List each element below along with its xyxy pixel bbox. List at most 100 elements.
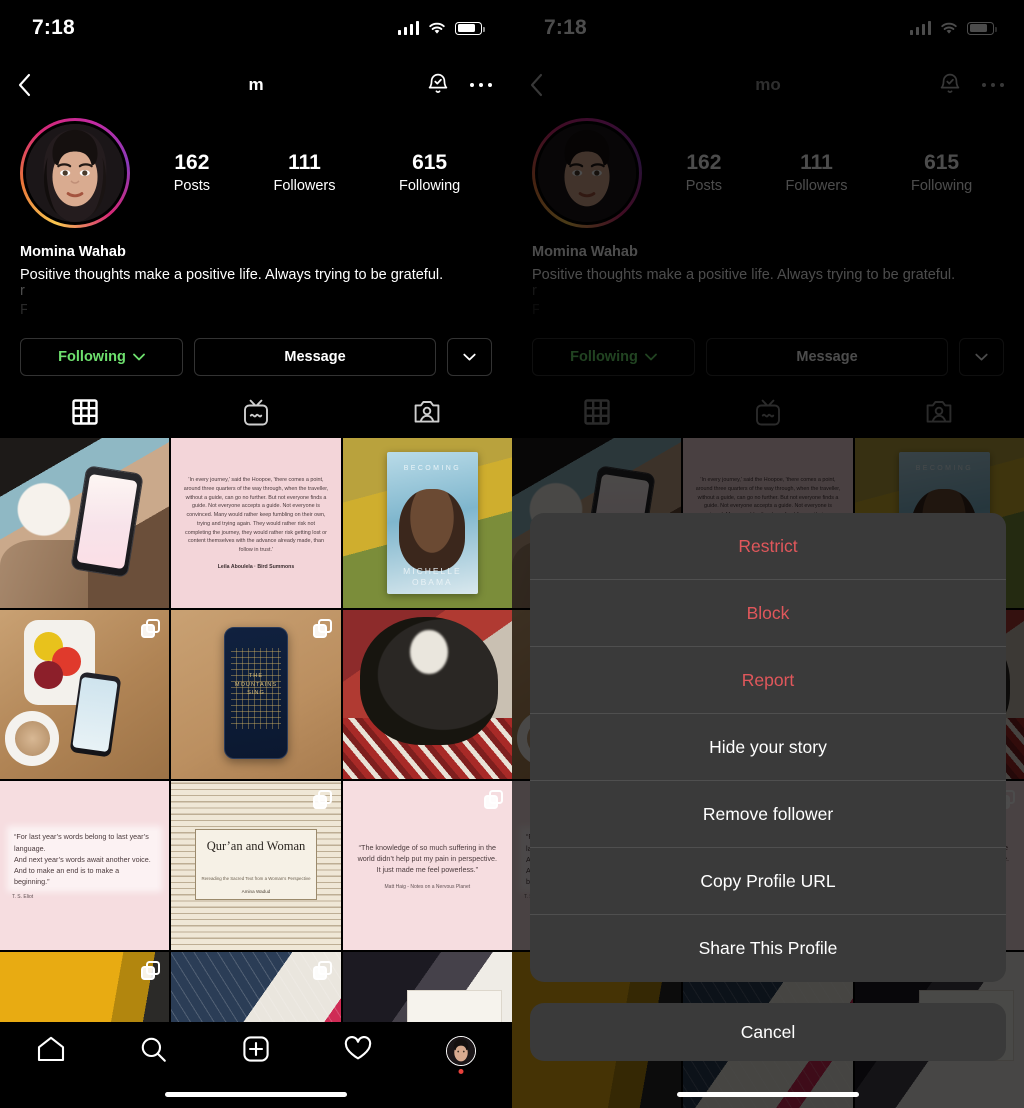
stat-following[interactable]: 615 Following — [399, 150, 460, 196]
quote-text: “The knowledge of so much suffering in t… — [357, 842, 498, 874]
action-hide-your-story[interactable]: Hide your story — [530, 714, 1006, 781]
profile-avatar-icon — [445, 1036, 476, 1066]
table-row[interactable]: “The knowledge of so much suffering in t… — [342, 781, 512, 951]
status-time: 7:18 — [32, 16, 75, 39]
cellular-bars-icon — [397, 21, 419, 35]
grid-icon — [72, 399, 99, 426]
following-label: Following — [398, 178, 461, 195]
profile-header: 162 Posts 111 Followers 615 Following — [0, 114, 512, 228]
carousel-icon — [483, 790, 503, 810]
home-tab[interactable] — [0, 1036, 102, 1062]
avatar-image — [23, 121, 127, 225]
more-options-button[interactable] — [447, 338, 492, 377]
left-screen: 7:18 m 162 Posts 111 Followers 615 Follo… — [0, 0, 512, 1108]
cancel-button[interactable]: Cancel — [530, 1003, 1006, 1061]
table-row[interactable]: THE MOUNTAINS SING — [171, 609, 341, 780]
table-row[interactable]: “For last year’s words belong to last ye… — [0, 781, 170, 951]
profile-bio-text: Positive thoughts make a positive life. … — [20, 266, 444, 282]
more-horizontal-icon[interactable] — [469, 82, 492, 88]
sidebar-item-igtv[interactable] — [171, 399, 342, 426]
right-screen: 7:18 mo — [512, 0, 1024, 1108]
status-icons — [397, 21, 485, 35]
table-row[interactable] — [0, 438, 170, 608]
followers-label: Followers — [273, 178, 336, 195]
quote-attribution: T. S. Eliot — [12, 894, 34, 901]
message-button[interactable]: Message — [194, 338, 436, 377]
profile-bio-text-wrap: Positive thoughts make a positive life. … — [20, 264, 492, 282]
quote-attribution: Leila Aboulela · Bird Summons — [217, 563, 295, 570]
action-sheet: Restrict Block Report Hide your story Re… — [530, 513, 1006, 982]
search-tab[interactable] — [102, 1036, 204, 1063]
carousel-icon — [312, 618, 332, 638]
posts-label: Posts — [173, 178, 210, 195]
heart-icon — [345, 1036, 372, 1060]
book-title: Qur’an and Woman — [206, 838, 306, 853]
dual-screenshot-container: 7:18 m 162 Posts 111 Followers 615 Follo… — [0, 0, 1024, 1108]
plus-square-icon — [243, 1036, 269, 1062]
activity-tab[interactable] — [307, 1036, 409, 1061]
quote-text: “For last year’s words belong to last ye… — [12, 831, 158, 888]
quote-text: 'In every journey,' said the Hoopoe, 'th… — [183, 477, 329, 554]
status-badge — [458, 1069, 464, 1074]
stat-posts[interactable]: 162 Posts — [174, 150, 210, 196]
following-button[interactable]: Following — [20, 338, 184, 377]
profile-display-name: Momina Wahab — [20, 244, 126, 260]
chevron-down-icon — [463, 354, 476, 361]
avatar[interactable] — [20, 118, 130, 228]
stat-followers[interactable]: 111 Followers — [273, 150, 335, 196]
table-row[interactable]: Qur’an and Woman Rereading the Sacred Te… — [171, 781, 341, 951]
profile-tab[interactable] — [410, 1036, 512, 1074]
carousel-icon — [141, 961, 161, 981]
profile-stats: 162 Posts 111 Followers 615 Following — [130, 150, 492, 196]
followers-count: 111 — [288, 151, 321, 175]
carousel-icon — [312, 790, 332, 810]
following-count: 615 — [412, 151, 448, 175]
profile-tabs — [0, 386, 512, 438]
action-restrict[interactable]: Restrict — [530, 513, 1006, 580]
quote-attribution: Matt Haig - Notes on a Nervous Planet — [384, 883, 471, 890]
home-indicator — [165, 1092, 347, 1097]
following-label: Following — [58, 349, 126, 366]
wifi-icon — [429, 22, 445, 34]
profile-bio-line3: F — [20, 301, 27, 318]
chevron-left-icon[interactable] — [18, 73, 31, 97]
avatar-face — [26, 124, 124, 222]
home-icon — [38, 1036, 65, 1062]
carousel-icon — [141, 618, 161, 638]
profile-bio-line2: r — [20, 282, 25, 299]
sidebar-item-tagged[interactable] — [341, 399, 512, 425]
search-icon — [141, 1037, 166, 1062]
book-title: BECOMING — [403, 464, 462, 472]
post-grid: 'In every journey,' said the Hoopoe, 'th… — [0, 438, 512, 1108]
create-tab[interactable] — [205, 1036, 307, 1062]
book-author: Amina Wadud — [241, 889, 271, 895]
home-indicator — [677, 1092, 859, 1097]
status-bar: 7:18 — [0, 0, 512, 56]
bell-check-icon[interactable] — [426, 72, 450, 98]
quote-tile: 'In every journey,' said the Hoopoe, 'th… — [171, 438, 341, 608]
sidebar-item-grid[interactable] — [0, 399, 171, 426]
tagged-person-icon — [414, 401, 440, 423]
message-label: Message — [284, 349, 346, 366]
nav-actions — [426, 72, 492, 98]
table-row[interactable]: 'In every journey,' said the Hoopoe, 'th… — [171, 438, 341, 608]
action-share-this-profile[interactable]: Share This Profile — [530, 915, 1006, 982]
book-subtitle: Rereading the Sacred Text from a Woman’s… — [201, 875, 311, 881]
action-remove-follower[interactable]: Remove follower — [530, 781, 1006, 848]
igtv-icon — [244, 399, 268, 426]
profile-bio: Momina Wahab Positive thoughts make a po… — [0, 228, 512, 319]
table-row[interactable]: BECOMING MICHELLE OBAMA — [342, 438, 512, 608]
nav-bar: m — [0, 56, 512, 114]
chevron-down-icon — [132, 354, 145, 361]
carousel-icon — [312, 961, 332, 981]
battery-icon — [455, 21, 485, 35]
action-report[interactable]: Report — [530, 647, 1006, 714]
action-copy-profile-url[interactable]: Copy Profile URL — [530, 848, 1006, 915]
profile-actions: Following Message — [0, 319, 512, 377]
table-row[interactable] — [342, 609, 512, 780]
posts-count: 162 — [174, 151, 210, 175]
avatar-thumb — [446, 1037, 475, 1065]
table-row[interactable] — [0, 609, 170, 780]
action-block[interactable]: Block — [530, 580, 1006, 647]
quote-tile: “For last year’s words belong to last ye… — [0, 781, 170, 951]
